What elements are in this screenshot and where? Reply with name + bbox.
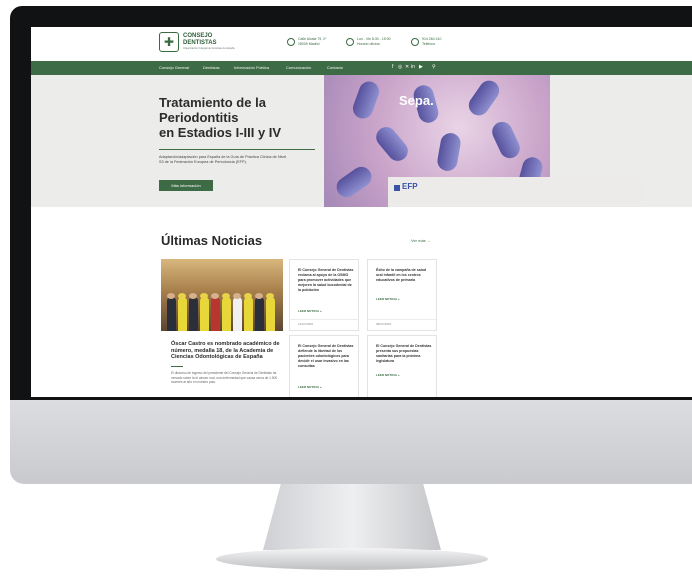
nav-item-informacion-publica[interactable]: Información Pública: [234, 65, 269, 70]
address-line-2: 28009 Madrid: [298, 42, 320, 46]
youtube-icon[interactable]: ▶: [419, 64, 423, 70]
feature-divider: [171, 366, 183, 367]
site-logo[interactable]: ✚ CONSEJO DENTISTAS Organización Colegia…: [159, 32, 235, 52]
nav-item-consejo-general[interactable]: Consejo General: [159, 65, 189, 70]
hero-title: Tratamiento de la Periodontitis en Estad…: [159, 95, 309, 140]
hero-title-line: en Estadios I-III y IV: [159, 125, 282, 140]
hero-divider: [159, 149, 315, 150]
phone-icon: [411, 38, 419, 46]
instagram-icon[interactable]: ◎: [398, 64, 402, 70]
contact-address: Calle Alcalá 79, 2º 28009 Madrid: [287, 37, 326, 47]
news-card-title: El Consejo General de Dentistas reclama …: [298, 268, 354, 292]
website-screen: ✚ CONSEJO DENTISTAS Organización Colegia…: [31, 27, 692, 397]
feature-news-title[interactable]: Óscar Castro es nombrado académico de nú…: [171, 341, 281, 361]
contact-phone[interactable]: 914 264 410 Teléfono: [411, 37, 441, 47]
efp-text: EFP: [402, 182, 418, 191]
monitor-chin: [10, 400, 692, 484]
see-more-link[interactable]: Ver más →: [411, 238, 431, 243]
hero-description: Adaptación/adaptación para España de la …: [159, 155, 287, 164]
phone-line-2: Teléfono: [422, 42, 436, 46]
clock-icon: [346, 38, 354, 46]
logo-line-1: CONSEJO: [183, 33, 213, 39]
hero-title-line: Periodontitis: [159, 110, 239, 125]
read-news-link[interactable]: LEER NOTICIA »: [376, 373, 400, 377]
monitor-stand: [263, 484, 441, 550]
read-news-link[interactable]: LEER NOTICIA »: [298, 385, 322, 389]
feature-news-description: El discurso de ingreso del presidente de…: [171, 371, 278, 384]
nav-item-contacto[interactable]: Contacto: [327, 65, 343, 70]
news-card-date: 14/07/2025: [298, 322, 314, 326]
more-info-button[interactable]: Más información: [159, 180, 213, 191]
news-section-title: Últimas Noticias: [161, 233, 263, 248]
main-nav: Consejo General Dentistas Información Pú…: [31, 61, 692, 75]
read-news-link[interactable]: LEER NOTICIA »: [298, 309, 322, 313]
search-icon[interactable]: ⚲: [432, 64, 436, 70]
facebook-icon[interactable]: f: [392, 64, 393, 70]
hero-banner: Sepa. EFP Tratamiento de la Periodontiti…: [31, 75, 692, 207]
news-card-date: 08/07/2025: [376, 322, 392, 326]
location-icon: [287, 38, 295, 46]
read-news-link[interactable]: LEER NOTICIA »: [376, 297, 400, 301]
site-header: ✚ CONSEJO DENTISTAS Organización Colegia…: [31, 27, 692, 61]
sepa-logo: Sepa.: [399, 93, 434, 108]
tooth-logo-icon: ✚: [159, 32, 179, 52]
news-card-title: El Consejo General de Dentistas defiende…: [298, 344, 354, 368]
news-card[interactable]: El Consejo General de Dentistas presenta…: [367, 335, 437, 397]
twitter-icon[interactable]: ✕: [405, 64, 409, 70]
efp-logo: EFP: [388, 177, 642, 207]
hours-line-2: Horario oficina: [357, 42, 380, 46]
news-card-title: Éxito de la campaña de salud oral infant…: [376, 268, 427, 282]
news-card[interactable]: Éxito de la campaña de salud oral infant…: [367, 259, 437, 331]
logo-tagline: Organización Colegial de Dentistas de Es…: [183, 47, 235, 50]
nav-item-comunicacion[interactable]: Comunicación: [286, 65, 311, 70]
logo-text: CONSEJO DENTISTAS Organización Colegial …: [183, 33, 235, 51]
news-card[interactable]: El Consejo General de Dentistas defiende…: [289, 335, 359, 397]
linkedin-icon[interactable]: in: [411, 64, 415, 70]
nav-item-dentistas[interactable]: Dentistas: [203, 65, 220, 70]
contact-hours: Lun - Vie 8:30 - 15:00 Horario oficina: [346, 37, 391, 47]
monitor-base: [216, 548, 488, 570]
logo-line-2: DENTISTAS: [183, 40, 217, 46]
hero-title-line: Tratamiento de la: [159, 95, 266, 110]
feature-news-photo[interactable]: [161, 259, 283, 331]
news-card[interactable]: El Consejo General de Dentistas reclama …: [289, 259, 359, 331]
news-card-title: El Consejo General de Dentistas presenta…: [376, 344, 432, 363]
